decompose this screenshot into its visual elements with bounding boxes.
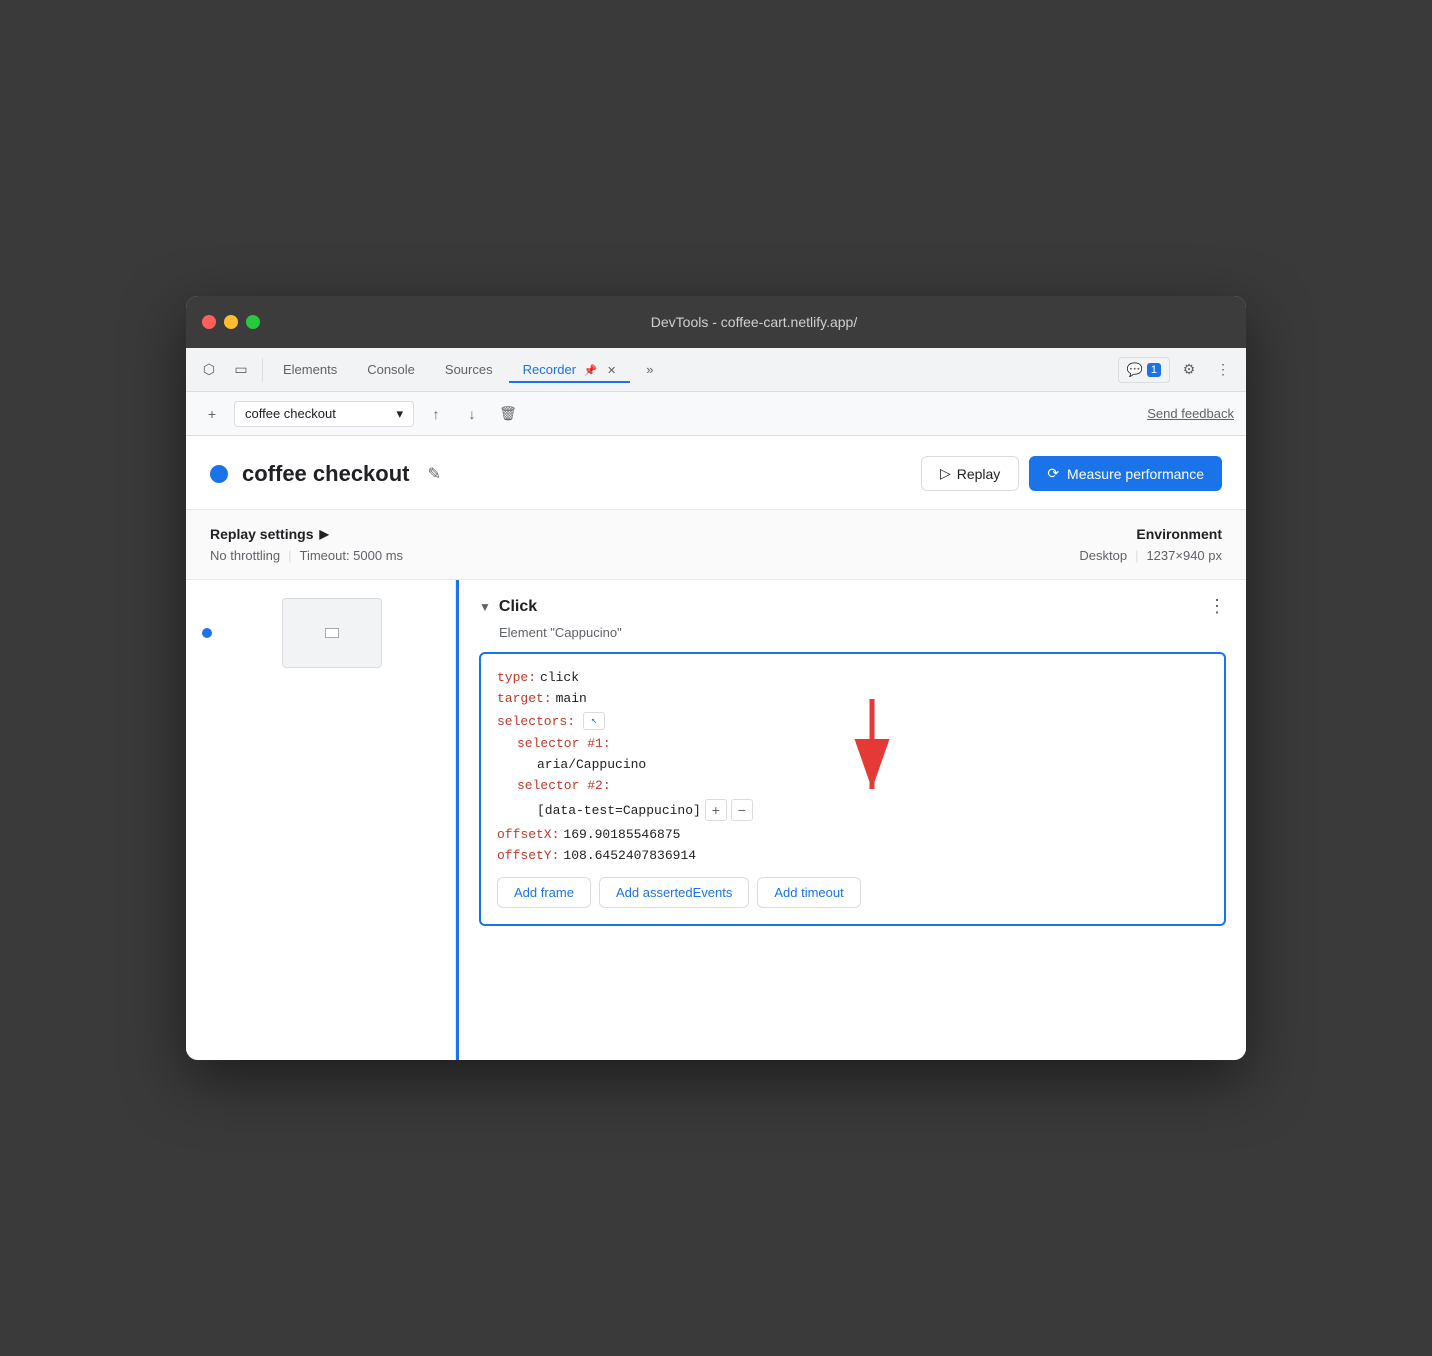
recording-selector-name: coffee checkout <box>245 406 336 421</box>
tabbar: ⬡ ▭ Elements Console Sources Recorder 📌 … <box>186 348 1246 392</box>
add-selector-button[interactable]: + <box>705 799 727 821</box>
step-element-label: Element "Cappucino" <box>479 625 1226 640</box>
badge-count: 1 <box>1147 363 1161 377</box>
settings-values: No throttling | Timeout: 5000 ms <box>210 548 403 563</box>
tab-recorder[interactable]: Recorder 📌 ✕ <box>509 356 631 383</box>
import-button[interactable]: ↓ <box>458 400 486 428</box>
window-title: DevTools - coffee-cart.netlify.app/ <box>278 314 1230 330</box>
export-button[interactable]: ↑ <box>422 400 450 428</box>
code-val-selector1: aria/Cappucino <box>537 757 646 772</box>
code-val-selector2: [data-test=Cappucino] <box>537 803 701 818</box>
code-val-offsetY: 108.6452407836914 <box>563 848 696 863</box>
code-footer-buttons: Add frame Add assertedEvents Add timeout <box>497 877 1208 908</box>
settings-section: Replay settings ▶ No throttling | Timeou… <box>186 510 1246 580</box>
more-icon[interactable]: ⋮ <box>1208 355 1238 385</box>
settings-icon[interactable]: ⚙ <box>1174 355 1204 385</box>
code-key-offsetY: offsetY: <box>497 848 559 863</box>
recording-selector[interactable]: coffee checkout ▾ <box>234 401 414 427</box>
remove-selector-button[interactable]: − <box>731 799 753 821</box>
toolbar: + coffee checkout ▾ ↑ ↓ 🗑 Send feedback <box>186 392 1246 436</box>
chat-badge-button[interactable]: 💬 1 <box>1118 357 1170 383</box>
code-key-selectors: selectors: <box>497 714 575 729</box>
add-asserted-events-button[interactable]: Add assertedEvents <box>599 877 749 908</box>
play-icon: ▷ <box>940 465 951 482</box>
code-line-type: type: click <box>497 670 1208 685</box>
code-key-selector2: selector #2: <box>517 778 611 793</box>
step-type-label: Click <box>499 598 537 616</box>
selector-cursor-icon[interactable]: ↖ <box>583 712 605 730</box>
edit-icon[interactable]: ✎ <box>428 464 441 484</box>
environment-values: Desktop | 1237×940 px <box>1079 548 1222 563</box>
measure-performance-button[interactable]: ⟳ Measure performance <box>1029 456 1222 491</box>
recording-header: coffee checkout ✎ ▷ Replay ⟳ Measure per… <box>186 436 1246 510</box>
step-thumbnail <box>282 598 382 668</box>
traffic-lights <box>202 315 260 329</box>
settings-separator: | <box>288 548 291 563</box>
code-line-selectors: selectors: ↖ <box>497 712 1208 730</box>
steps-sidebar <box>186 580 456 1060</box>
delete-button[interactable]: 🗑 <box>494 400 522 428</box>
code-val-offsetX: 169.90185546875 <box>563 827 680 842</box>
step-collapse-icon[interactable]: ▼ <box>479 600 491 614</box>
code-key-selector1: selector #1: <box>517 736 611 751</box>
minimize-button[interactable] <box>224 315 238 329</box>
step-more-button[interactable]: ⋮ <box>1208 596 1226 617</box>
code-line-target: target: main <box>497 691 1208 706</box>
replay-button[interactable]: ▷ Replay <box>921 456 1019 491</box>
code-key-target: target: <box>497 691 552 706</box>
step-thumbnail-inner <box>325 628 339 638</box>
add-timeout-button[interactable]: Add timeout <box>757 877 860 908</box>
code-line-offsetX: offsetX: 169.90185546875 <box>497 827 1208 842</box>
env-separator: | <box>1135 548 1138 563</box>
sidebar-step-item <box>186 588 455 678</box>
chat-icon: 💬 <box>1127 362 1143 378</box>
send-feedback-link[interactable]: Send feedback <box>1147 406 1234 421</box>
code-val-type: click <box>540 670 579 685</box>
close-button[interactable] <box>202 315 216 329</box>
measure-icon: ⟳ <box>1047 465 1059 482</box>
replay-settings-label[interactable]: Replay settings ▶ <box>210 526 403 542</box>
tab-right-buttons: 💬 1 ⚙ ⋮ <box>1118 355 1238 385</box>
step-detail: ▼ Click ⋮ Element "Cappucino" type: clic… <box>459 580 1246 1060</box>
cursor-icon[interactable]: ⬡ <box>194 355 224 385</box>
titlebar: DevTools - coffee-cart.netlify.app/ <box>186 296 1246 348</box>
step-code-block: type: click target: main selectors: ↖ se… <box>479 652 1226 926</box>
env-desktop: Desktop <box>1079 548 1127 563</box>
tab-elements[interactable]: Elements <box>269 356 351 383</box>
tab-console[interactable]: Console <box>353 356 429 383</box>
header-actions: ▷ Replay ⟳ Measure performance <box>921 456 1222 491</box>
settings-arrow-icon: ▶ <box>319 527 328 541</box>
tab-divider <box>262 358 263 382</box>
code-val-target: main <box>556 691 587 706</box>
environment-group: Environment Desktop | 1237×940 px <box>1079 526 1222 563</box>
environment-label: Environment <box>1079 526 1222 542</box>
timeout-value: Timeout: 5000 ms <box>299 548 403 563</box>
code-key-type: type: <box>497 670 536 685</box>
throttling-value: No throttling <box>210 548 280 563</box>
code-line-selector2: selector #2: <box>517 778 1208 793</box>
code-line-selector1: selector #1: <box>517 736 1208 751</box>
maximize-button[interactable] <box>246 315 260 329</box>
main-content: coffee checkout ✎ ▷ Replay ⟳ Measure per… <box>186 436 1246 1060</box>
code-line-selector2-val: [data-test=Cappucino] + − <box>537 799 1208 821</box>
add-recording-button[interactable]: + <box>198 400 226 428</box>
tab-sources[interactable]: Sources <box>431 356 507 383</box>
env-resolution: 1237×940 px <box>1146 548 1222 563</box>
recording-dot <box>210 465 228 483</box>
devtools-window: DevTools - coffee-cart.netlify.app/ ⬡ ▭ … <box>186 296 1246 1060</box>
step-indicator <box>202 628 212 638</box>
recording-title: coffee checkout <box>242 461 410 487</box>
add-frame-button[interactable]: Add frame <box>497 877 591 908</box>
dropdown-icon: ▾ <box>396 406 403 422</box>
code-line-selector1-val: aria/Cappucino <box>537 757 1208 772</box>
steps-area: ▼ Click ⋮ Element "Cappucino" type: clic… <box>186 580 1246 1060</box>
tab-more[interactable]: » <box>632 356 667 383</box>
tack-icon: 📌 <box>584 365 598 377</box>
tab-close-icon[interactable]: ✕ <box>607 365 616 377</box>
code-line-offsetY: offsetY: 108.6452407836914 <box>497 848 1208 863</box>
device-icon[interactable]: ▭ <box>226 355 256 385</box>
code-key-offsetX: offsetX: <box>497 827 559 842</box>
replay-settings-group: Replay settings ▶ No throttling | Timeou… <box>210 526 403 563</box>
step-header: ▼ Click ⋮ <box>479 596 1226 617</box>
